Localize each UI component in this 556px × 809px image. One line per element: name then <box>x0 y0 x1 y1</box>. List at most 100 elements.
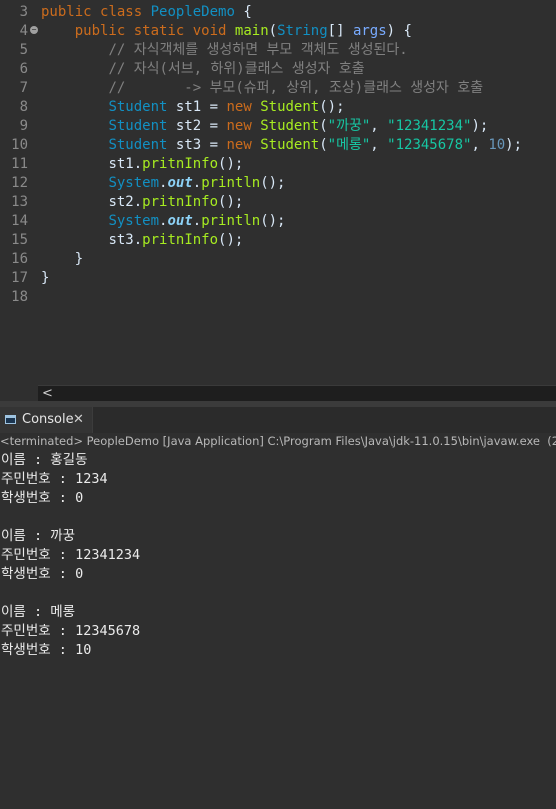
code-token: System <box>108 213 160 229</box>
code-text: // -> 부모(슈퍼, 상위, 조상)클래스 생성자 호출 <box>41 79 483 98</box>
code-line[interactable]: 5 // 자식객체를 생성하면 부모 객체도 생성된다. <box>0 41 556 60</box>
code-editor[interactable]: 3 public class PeopleDemo {4− public stat… <box>0 0 556 385</box>
code-line[interactable]: 12 System.out.println(); <box>0 174 556 193</box>
code-token: pritnInfo <box>142 232 219 248</box>
code-line[interactable]: 6 // 자식(서브, 하위)클래스 생성자 호출 <box>0 60 556 79</box>
code-text: } <box>41 269 49 288</box>
code-token: // 자식(서브, 하위)클래스 생성자 호출 <box>108 61 365 77</box>
code-line[interactable]: 11 st1.pritnInfo(); <box>0 155 556 174</box>
code-token: new <box>226 118 252 134</box>
code-token: . <box>192 175 202 191</box>
code-token: System <box>108 175 160 191</box>
line-number: 6 <box>19 61 28 77</box>
code-line[interactable]: 15 st3.pritnInfo(); <box>0 231 556 250</box>
code-token: Student <box>260 137 320 153</box>
code-token: void <box>192 23 227 39</box>
code-text: Student st3 = new Student("메롱", "1234567… <box>41 136 522 155</box>
code-text: st1.pritnInfo(); <box>41 155 243 174</box>
code-token: st2 <box>108 194 134 210</box>
code-text: // 자식(서브, 하위)클래스 생성자 호출 <box>41 60 365 79</box>
console-status-line: <terminated> PeopleDemo [Java Applicatio… <box>0 433 556 449</box>
code-token: . <box>192 213 202 229</box>
line-number: 13 <box>11 194 28 210</box>
code-text: System.out.println(); <box>41 212 286 231</box>
code-line[interactable]: 9 Student st2 = new Student("까꿍", "12341… <box>0 117 556 136</box>
code-token: ); <box>471 118 489 134</box>
code-token: (); <box>260 213 286 229</box>
code-token: Student <box>108 137 168 153</box>
code-token: st1 <box>175 99 202 115</box>
code-token: ( <box>268 23 278 39</box>
code-token: } <box>41 270 50 286</box>
code-line[interactable]: 17} <box>0 269 556 288</box>
tab-console[interactable]: Console ✕ <box>0 407 93 433</box>
code-token: Student <box>260 118 320 134</box>
code-line[interactable]: 8 Student st1 = new Student(); <box>0 98 556 117</box>
code-token: new <box>226 99 252 115</box>
code-token: println <box>201 213 261 229</box>
code-line[interactable]: 7 // -> 부모(슈퍼, 상위, 조상)클래스 생성자 호출 <box>0 79 556 98</box>
editor-horizontal-scrollbar[interactable]: < <box>38 385 556 402</box>
code-token: (); <box>260 175 286 191</box>
code-line[interactable]: 14 System.out.println(); <box>0 212 556 231</box>
scroll-left-arrow-icon[interactable]: < <box>42 386 53 402</box>
close-icon[interactable]: ✕ <box>73 407 84 433</box>
code-line[interactable]: 4− public static void main(String[] args… <box>0 22 556 41</box>
code-line[interactable]: 18 <box>0 288 556 307</box>
fold-collapse-icon[interactable]: − <box>30 26 38 34</box>
code-token: "메롱" <box>327 137 371 153</box>
code-token: (); <box>218 156 244 172</box>
code-line[interactable]: 3 public class PeopleDemo { <box>0 3 556 22</box>
code-token: pritnInfo <box>142 194 219 210</box>
code-token: args <box>352 23 387 39</box>
code-token: Student <box>108 99 168 115</box>
code-token: st1 <box>108 156 134 172</box>
console-output-line: 주민번호 : 12345678 <box>1 623 141 639</box>
code-text: public class PeopleDemo { <box>41 3 252 22</box>
code-token: public <box>41 4 92 20</box>
console-output-line: 이름 : 홍길동 <box>1 452 88 468</box>
console-output-line: 학생번호 : 0 <box>1 490 84 506</box>
code-token: Student <box>108 118 168 134</box>
code-token: . <box>133 194 143 210</box>
code-token: = <box>201 99 227 115</box>
console-output[interactable]: 이름 : 홍길동 주민번호 : 1234 학생번호 : 0 이름 : 까꿍 주민번호 :… <box>0 449 556 809</box>
line-number: 5 <box>19 42 28 58</box>
code-token: . <box>133 156 143 172</box>
console-output-line: 이름 : 까꿍 <box>1 528 76 544</box>
line-number: 12 <box>11 175 28 191</box>
code-line[interactable]: 13 st2.pritnInfo(); <box>0 193 556 212</box>
code-token: [] <box>327 23 353 39</box>
code-text: Student st2 = new Student("까꿍", "1234123… <box>41 117 488 136</box>
line-number: 3 <box>19 4 28 20</box>
line-number: 7 <box>19 80 28 96</box>
code-token: = <box>201 137 227 153</box>
code-line[interactable]: 10 Student st3 = new Student("메롱", "1234… <box>0 136 556 155</box>
line-number: 9 <box>19 118 28 134</box>
code-token: "까꿍" <box>327 118 371 134</box>
console-output-line: 주민번호 : 12341234 <box>1 547 141 563</box>
code-token: println <box>201 175 261 191</box>
code-token: (); <box>218 232 244 248</box>
code-token: . <box>133 232 143 248</box>
code-token: ( <box>319 118 328 134</box>
code-token: } <box>41 251 84 267</box>
code-token: st2 <box>175 118 202 134</box>
console-output-line: 이름 : 메롱 <box>1 604 76 620</box>
code-text: Student st1 = new Student(); <box>41 98 344 117</box>
code-token: pritnInfo <box>142 156 219 172</box>
code-text: public static void main(String[] args) { <box>41 22 412 41</box>
code-line[interactable]: 16 } <box>0 250 556 269</box>
